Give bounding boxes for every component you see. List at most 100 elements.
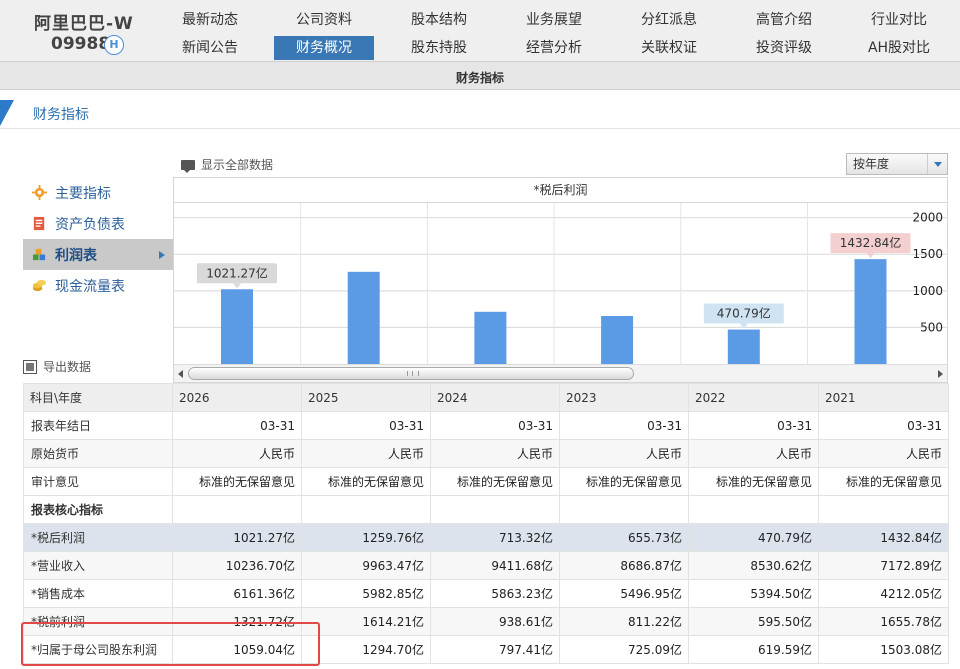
table-cell: 797.41亿 bbox=[430, 635, 560, 664]
table-cell: 9411.68亿 bbox=[430, 551, 560, 580]
nav-investment-rating[interactable]: 投资评级 bbox=[734, 36, 834, 60]
table-cell: 4212.05亿 bbox=[818, 579, 949, 608]
table-cell bbox=[559, 495, 689, 524]
y-tick-label: 2000 bbox=[912, 211, 943, 225]
row-label: *税前利润 bbox=[23, 607, 173, 636]
menu-item-label: 利润表 bbox=[55, 247, 97, 264]
section-marker-icon bbox=[0, 100, 14, 126]
table-cell: 6161.36亿 bbox=[172, 579, 302, 608]
nav-financial-overview[interactable]: 财务概况 bbox=[274, 36, 374, 60]
chart-title: *税后利润 bbox=[533, 183, 587, 197]
table-cell: 人民币 bbox=[301, 439, 431, 468]
data-label-pointer bbox=[233, 283, 241, 289]
grip-icon bbox=[407, 371, 419, 376]
cubes-icon bbox=[32, 248, 46, 261]
bar-2024 bbox=[474, 311, 507, 364]
table-cell: 8686.87亿 bbox=[559, 551, 689, 580]
table-cell: 8530.62亿 bbox=[688, 551, 819, 580]
row-label: *销售成本 bbox=[23, 579, 173, 608]
nav-related-warrants[interactable]: 关联权证 bbox=[619, 36, 719, 60]
table-cell: 5394.50亿 bbox=[688, 579, 819, 608]
table-cell: 标准的无保留意见 bbox=[430, 467, 560, 496]
nav-shareholders[interactable]: 股东持股 bbox=[389, 36, 489, 60]
profit-chart: *税后利润 500 1000 1500 2000 1021.27亿 470.79亿 1432.… bbox=[173, 177, 948, 383]
header-cell-year: 2022 bbox=[688, 383, 819, 412]
bar-2026 bbox=[221, 289, 253, 364]
scroll-left-icon[interactable] bbox=[178, 370, 183, 378]
menu-item-label: 主要指标 bbox=[55, 185, 111, 202]
export-data-button[interactable]: 导出数据 bbox=[23, 358, 91, 375]
nav-latest-news[interactable]: 最新动态 bbox=[160, 8, 260, 32]
bar-2025 bbox=[347, 271, 380, 364]
stock-code: 09988 bbox=[51, 34, 111, 54]
nav-dividends[interactable]: 分红派息 bbox=[619, 8, 719, 32]
table-cell: 7172.89亿 bbox=[818, 551, 949, 580]
menu-item-income-statement[interactable]: 利润表 bbox=[23, 239, 173, 270]
header-cell-year: 2025 bbox=[301, 383, 431, 412]
menu-item-cash-flow[interactable]: 现金流量表 bbox=[23, 270, 173, 301]
table-header-row: 科目\年度 2026 2025 2024 2023 2022 2021 bbox=[23, 383, 949, 412]
row-label: *归属于母公司股东利润 bbox=[23, 635, 173, 664]
report-type-menu: 主要指标 资产负债表 利润表 现金流量表 bbox=[23, 177, 173, 297]
comment-icon bbox=[181, 159, 195, 173]
nav-executives[interactable]: 高管介绍 bbox=[734, 8, 834, 32]
data-label: 1432.84亿 bbox=[840, 235, 902, 250]
nav-announcements[interactable]: 新闻公告 bbox=[160, 36, 260, 60]
table-cell: 03-31 bbox=[688, 411, 819, 440]
row-label: 审计意见 bbox=[23, 467, 173, 496]
table-cell: 9963.47亿 bbox=[301, 551, 431, 580]
bar-2021 bbox=[854, 259, 887, 364]
chart-canvas: *税后利润 500 1000 1500 2000 1021.27亿 470.79亿 1432.… bbox=[174, 183, 947, 364]
nav-operations-analysis[interactable]: 经营分析 bbox=[504, 36, 604, 60]
y-tick-label: 1500 bbox=[912, 247, 943, 261]
table-row: 原始货币 人民币 人民币 人民币 人民币 人民币 人民币 bbox=[23, 439, 949, 468]
market-badge-icon: H bbox=[104, 35, 124, 55]
bar-2023 bbox=[601, 316, 634, 364]
table-cell: 人民币 bbox=[688, 439, 819, 468]
table-row: *销售成本 6161.36亿 5982.85亿 5863.23亿 5496.95亿 539… bbox=[23, 579, 949, 608]
period-select[interactable]: 按年度 bbox=[846, 153, 948, 175]
nav-industry-compare[interactable]: 行业对比 bbox=[849, 8, 949, 32]
chevron-down-icon bbox=[927, 154, 947, 174]
section-divider bbox=[0, 128, 960, 129]
nav-company-profile[interactable]: 公司资料 bbox=[274, 8, 374, 32]
table-cell: 03-31 bbox=[172, 411, 302, 440]
document-icon bbox=[33, 216, 45, 231]
table-cell: 5863.23亿 bbox=[430, 579, 560, 608]
table-row: *归属于母公司股东利润 1059.04亿 1294.70亿 797.41亿 725.09… bbox=[23, 635, 949, 664]
row-label: *营业收入 bbox=[23, 551, 173, 580]
table-cell: 5982.85亿 bbox=[301, 579, 431, 608]
table-cell: 人民币 bbox=[430, 439, 560, 468]
chevron-right-icon bbox=[159, 251, 165, 259]
table-cell bbox=[301, 495, 431, 524]
data-label: 470.79亿 bbox=[717, 306, 771, 321]
table-cell: 938.61亿 bbox=[430, 607, 560, 636]
nav-ah-compare[interactable]: AH股对比 bbox=[849, 36, 949, 60]
show-all-label: 显示全部数据 bbox=[201, 158, 274, 172]
header-cell-year: 2021 bbox=[818, 383, 949, 412]
stock-name: 阿里巴巴-W bbox=[34, 14, 134, 34]
table-cell: 1432.84亿 bbox=[818, 523, 949, 552]
table-row: 审计意见 标准的无保留意见 标准的无保留意见 标准的无保留意见 标准的无保留意见 标准的无… bbox=[23, 467, 949, 496]
table-cell: 标准的无保留意见 bbox=[688, 467, 819, 496]
table-cell: 人民币 bbox=[172, 439, 302, 468]
menu-item-balance-sheet[interactable]: 资产负债表 bbox=[23, 208, 173, 239]
table-row: 报表年结日 03-31 03-31 03-31 03-31 03-31 03-31 bbox=[23, 411, 949, 440]
table-cell bbox=[172, 495, 302, 524]
row-label: 报表年结日 bbox=[23, 411, 173, 440]
table-cell: 人民币 bbox=[818, 439, 949, 468]
scroll-thumb[interactable] bbox=[188, 367, 634, 380]
nav-share-structure[interactable]: 股本结构 bbox=[389, 8, 489, 32]
nav-business-outlook[interactable]: 业务展望 bbox=[504, 8, 604, 32]
chart-scrollbar[interactable] bbox=[174, 364, 947, 382]
table-row: *营业收入 10236.70亿 9963.47亿 9411.68亿 8686.87亿 85… bbox=[23, 551, 949, 580]
table-cell: 1655.78亿 bbox=[818, 607, 949, 636]
scroll-right-icon[interactable] bbox=[938, 370, 943, 378]
table-cell: 655.73亿 bbox=[559, 523, 689, 552]
sub-navigation: 财务指标 bbox=[0, 62, 960, 90]
subnav-financial-indicators[interactable]: 财务指标 bbox=[0, 69, 960, 86]
data-label: 1021.27亿 bbox=[206, 265, 268, 280]
show-all-data-toggle[interactable]: 显示全部数据 bbox=[181, 156, 273, 173]
menu-item-main-indicators[interactable]: 主要指标 bbox=[23, 177, 173, 208]
header-cell-year: 2026 bbox=[172, 383, 302, 412]
